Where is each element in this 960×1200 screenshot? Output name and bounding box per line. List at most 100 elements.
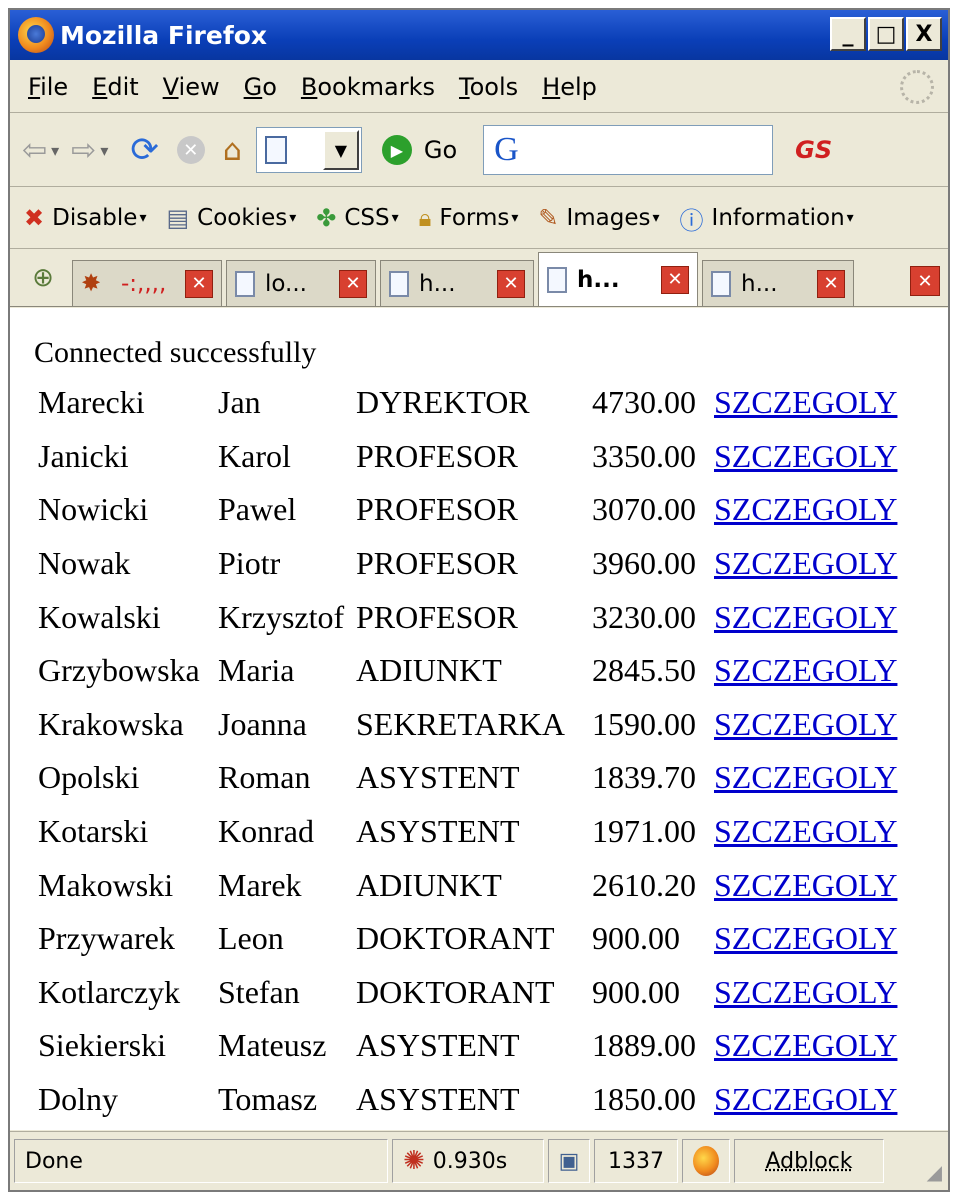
tab-1[interactable]: ✸ -:,,,, ✕ — [72, 260, 222, 306]
firstname-cell: Jan — [218, 384, 261, 421]
css-menu[interactable]: ✤ CSS ▾ — [316, 204, 398, 232]
information-label: Information — [711, 205, 845, 231]
salary-cell: 900.00 — [592, 973, 680, 1010]
maximize-button[interactable]: □ — [868, 17, 904, 51]
menu-tools[interactable]: Tools — [459, 73, 518, 101]
new-tab-icon[interactable]: ⊕ — [18, 256, 68, 300]
table-row: Nowak Piotr PROFESOR 3960.00 SZCZEGOLY — [34, 537, 897, 591]
dropdown-arrow-icon: ▾ — [846, 210, 854, 226]
details-link[interactable]: SZCZEGOLY — [714, 706, 897, 742]
tab-close-icon[interactable]: ✕ — [661, 265, 689, 294]
address-dropdown-button[interactable]: ▼ — [322, 130, 359, 170]
go-button[interactable]: ▶ Go — [381, 135, 458, 165]
employee-table: Marecki Jan DYREKTOR 4730.00 SZCZEGOLY Janick… — [34, 376, 897, 1126]
status-bar: Done ✺ 0.930s ▣ 1337 Adblock ◢ — [10, 1131, 948, 1190]
stop-icon[interactable]: ✕ — [176, 136, 205, 164]
status-count: 1337 — [594, 1139, 678, 1183]
forward-arrow-icon[interactable]: ⇨ — [71, 133, 96, 168]
firstname-cell: Mateusz — [218, 1027, 327, 1064]
firefox-logo-icon — [18, 17, 54, 53]
css-puzzle-icon: ✤ — [316, 204, 337, 232]
tab-close-icon[interactable]: ✕ — [339, 269, 367, 298]
images-label: Images — [566, 205, 651, 231]
firstname-cell: Marek — [218, 866, 302, 903]
cookies-menu[interactable]: ▤ Cookies ▾ — [166, 204, 296, 232]
forward-dropdown-icon[interactable]: ▾ — [100, 141, 108, 160]
details-link[interactable]: SZCZEGOLY — [714, 920, 897, 956]
details-link[interactable]: SZCZEGOLY — [714, 1027, 897, 1063]
table-row: Janicki Karol PROFESOR 3350.00 SZCZEGOLY — [34, 430, 897, 484]
search-input[interactable]: G — [483, 125, 774, 175]
details-link[interactable]: SZCZEGOLY — [714, 599, 897, 635]
forms-menu[interactable]: 🔒︎ Forms ▾ — [419, 204, 519, 232]
window-title: Mozilla Firefox — [60, 20, 267, 50]
details-link[interactable]: SZCZEGOLY — [714, 545, 897, 581]
details-link[interactable]: SZCZEGOLY — [714, 1081, 897, 1117]
menu-bookmarks[interactable]: Bookmarks — [301, 73, 435, 101]
menu-go[interactable]: Go — [244, 73, 277, 101]
information-menu[interactable]: ⓘ Information ▾ — [680, 201, 854, 236]
surname-cell: Kotlarczyk — [38, 973, 181, 1010]
css-label: CSS — [344, 205, 390, 231]
disable-menu[interactable]: ✖ Disable ▾ — [24, 204, 146, 232]
details-link[interactable]: SZCZEGOLY — [714, 438, 897, 474]
status-text: Done — [14, 1139, 388, 1183]
page-icon — [711, 270, 731, 297]
disable-x-icon: ✖ — [24, 204, 45, 232]
table-row: Siekierski Mateusz ASYSTENT 1889.00 SZCZEGOL… — [34, 1019, 897, 1073]
tab-5[interactable]: h... ✕ — [702, 260, 854, 306]
tab-3[interactable]: h... ✕ — [380, 260, 534, 306]
tab-4-active[interactable]: h... ✕ — [538, 252, 698, 306]
details-link[interactable]: SZCZEGOLY — [714, 491, 897, 527]
tab-close-icon[interactable]: ✕ — [185, 269, 213, 298]
firstname-cell: Tomasz — [218, 1081, 318, 1118]
web-developer-toolbar: ✖ Disable ▾ ▤ Cookies ▾ ✤ CSS ▾ 🔒︎ Forms ▾ ✎… — [10, 188, 948, 249]
tab-bar: ⊕ ✸ -:,,,, ✕ lo... ✕ h... ✕ h... ✕ h... … — [10, 250, 948, 307]
position-cell: ADIUNKT — [356, 866, 502, 903]
salary-cell: 3350.00 — [592, 437, 696, 474]
images-menu[interactable]: ✎ Images ▾ — [538, 204, 659, 232]
position-cell: ASYSTENT — [356, 759, 520, 796]
adblock-button[interactable]: Adblock — [734, 1139, 884, 1183]
details-link[interactable]: SZCZEGOLY — [714, 384, 897, 420]
details-link[interactable]: SZCZEGOLY — [714, 813, 897, 849]
address-bar[interactable]: ▼ — [255, 127, 362, 173]
surname-cell: Kotarski — [38, 813, 149, 850]
back-dropdown-icon[interactable]: ▾ — [51, 141, 59, 160]
details-cell: SZCZEGOLY — [710, 376, 897, 430]
menu-help[interactable]: Help — [542, 73, 597, 101]
menu-bar: File Edit View Go Bookmarks Tools Help — [10, 62, 948, 113]
page-content: Connected successfully Marecki Jan DYREKTO… — [10, 308, 948, 1130]
menu-view[interactable]: View — [163, 73, 220, 101]
firstname-cell: Karol — [218, 437, 291, 474]
salary-cell: 2610.20 — [592, 866, 696, 903]
surname-cell: Grzybowska — [38, 652, 200, 689]
disable-label: Disable — [52, 205, 138, 231]
details-link[interactable]: SZCZEGOLY — [714, 974, 897, 1010]
details-link[interactable]: SZCZEGOLY — [714, 652, 897, 688]
tab-2[interactable]: lo... ✕ — [226, 260, 376, 306]
menu-file[interactable]: File — [28, 73, 68, 101]
details-link[interactable]: SZCZEGOLY — [714, 867, 897, 903]
cookies-label: Cookies — [197, 205, 288, 231]
google-toolbar-label[interactable]: GS — [795, 136, 832, 164]
tab-close-icon[interactable]: ✕ — [497, 269, 525, 298]
resize-grip-icon[interactable]: ◢ — [927, 1160, 942, 1184]
menu-edit[interactable]: Edit — [92, 73, 138, 101]
go-label: Go — [423, 136, 458, 164]
reload-icon[interactable]: ⟳ — [130, 130, 159, 170]
minimize-button[interactable]: _ — [830, 17, 866, 51]
details-link[interactable]: SZCZEGOLY — [714, 759, 897, 795]
close-tab-button[interactable]: ✕ — [910, 266, 940, 296]
salary-cell: 1590.00 — [592, 705, 696, 742]
position-cell: PROFESOR — [356, 491, 518, 528]
home-icon[interactable]: ⌂ — [223, 133, 242, 168]
table-row: Dolny Tomasz ASYSTENT 1850.00 SZCZEGOLY — [34, 1073, 897, 1127]
details-cell: SZCZEGOLY — [710, 1073, 897, 1127]
close-window-button[interactable]: X — [906, 17, 942, 51]
image-icon[interactable]: ▣ — [548, 1139, 590, 1183]
back-arrow-icon[interactable]: ⇦ — [22, 133, 47, 168]
firefox-status-icon[interactable] — [682, 1139, 730, 1183]
salary-cell: 3230.00 — [592, 598, 696, 635]
tab-close-icon[interactable]: ✕ — [817, 269, 845, 298]
